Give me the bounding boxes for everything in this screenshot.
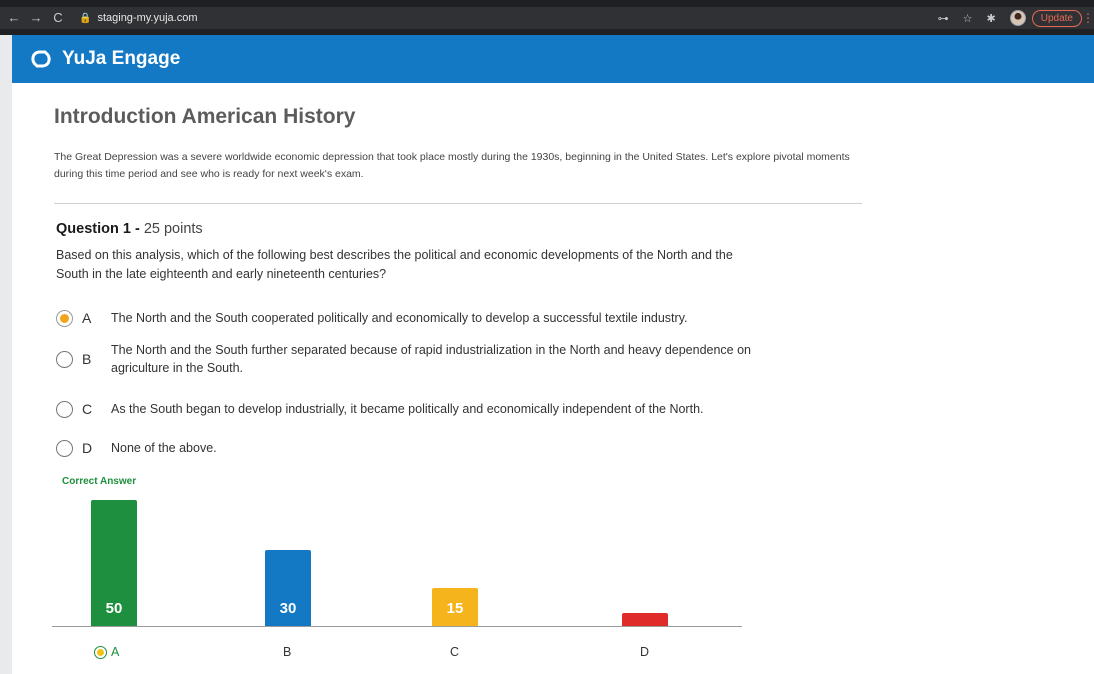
divider [54, 203, 862, 204]
browser-actions: ⊶ ☆ ✱ Update ⋮ [938, 7, 1094, 29]
main-content: Introduction American History The Great … [12, 83, 1094, 674]
back-icon[interactable]: ← [3, 7, 25, 29]
option-d[interactable]: D None of the above. [56, 439, 217, 457]
option-c-radio[interactable] [56, 400, 73, 418]
address-bar[interactable]: staging-my.yuja.com [97, 12, 197, 24]
option-b-radio[interactable] [56, 350, 73, 368]
menu-icon[interactable]: ⋮ [1082, 11, 1094, 25]
bar-a: 50 [91, 500, 137, 626]
category-text: A [111, 645, 120, 659]
bar-d: 5 [622, 600, 668, 626]
extensions-icon[interactable]: ✱ [987, 12, 996, 25]
bar-value-label: 30 [279, 600, 297, 617]
category-text: C [450, 645, 460, 659]
category-label-b: B [283, 645, 291, 659]
key-icon[interactable]: ⊶ [938, 12, 949, 25]
option-c-text: As the South began to develop industrial… [111, 402, 704, 416]
avatar[interactable] [1009, 10, 1026, 26]
update-button[interactable]: Update [1031, 9, 1082, 27]
option-d-letter: D [82, 440, 93, 456]
browser-toolbar: ← → C 🔒 staging-my.yuja.com ⊶ ☆ ✱ Update… [0, 7, 1094, 29]
category-text: D [640, 645, 650, 659]
option-a[interactable]: A The North and the South cooperated pol… [56, 309, 811, 327]
bar-c: 15 [432, 588, 478, 626]
page-title: Introduction American History [54, 105, 356, 128]
correct-answer-dot [97, 648, 104, 656]
lock-icon: 🔒 [79, 12, 92, 24]
category-label-d: D [640, 645, 649, 659]
course-description: The Great Depression was a severe worldw… [54, 151, 850, 180]
question-points: 25 points [143, 221, 203, 237]
chart-baseline [52, 626, 742, 627]
option-b-letter: B [82, 351, 92, 367]
bar-value-label: 50 [105, 600, 123, 617]
yuja-logo-icon [31, 50, 51, 68]
correct-answer-label: Correct Answer [62, 476, 137, 487]
option-b[interactable]: B The North and the South further separa… [56, 341, 771, 377]
bar-value-label: 15 [446, 600, 464, 617]
radio-selected-dot [60, 313, 69, 323]
forward-icon[interactable]: → [25, 7, 47, 29]
option-a-letter: A [82, 310, 92, 326]
option-b-text: The North and the South further separate… [111, 343, 752, 375]
question-header: Question 1 - 25 points [56, 221, 203, 237]
app-title: YuJa Engage [62, 48, 181, 69]
option-c-letter: C [82, 401, 93, 417]
correct-answer-icon [94, 645, 107, 659]
reload-icon[interactable]: C [47, 7, 69, 29]
app-header: YuJa Engage [12, 35, 1094, 83]
option-a-radio[interactable] [56, 309, 73, 327]
question-label: Question 1 - [56, 221, 140, 237]
category-text: B [283, 645, 292, 659]
star-icon[interactable]: ☆ [963, 12, 973, 25]
category-label-a: A [94, 645, 119, 659]
option-d-radio[interactable] [56, 439, 73, 457]
option-c[interactable]: C As the South began to develop industri… [56, 400, 831, 418]
browser-chrome: ← → C 🔒 staging-my.yuja.com ⊶ ☆ ✱ Update… [0, 0, 1094, 35]
bar-value-label: 5 [640, 600, 650, 617]
question-text: Based on this analysis, which of the fol… [56, 248, 733, 281]
option-a-text: The North and the South cooperated polit… [111, 311, 688, 325]
category-label-c: C [450, 645, 459, 659]
option-d-text: None of the above. [111, 441, 217, 455]
results-bar-chart: 50 A 30 B 15 C 5 D [52, 488, 742, 668]
bar-b: 30 [265, 550, 311, 626]
